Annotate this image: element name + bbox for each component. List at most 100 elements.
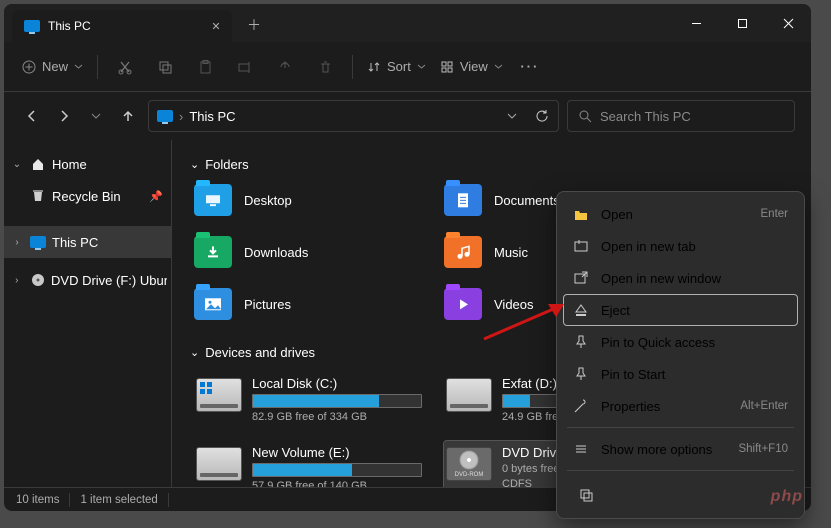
ctx-eject[interactable]: Eject — [563, 294, 798, 326]
sort-button[interactable]: Sort — [361, 50, 432, 84]
search-icon — [578, 109, 592, 123]
search-input[interactable]: Search This PC — [567, 100, 795, 132]
sidebar-item-label: DVD Drive (F:) Ubun — [51, 273, 167, 288]
chevron-right-icon: › — [10, 275, 24, 286]
pin-icon — [573, 334, 589, 350]
navigation-pane: ⌄ Home Recycle Bin 📌 › This PC › DVD Dri… — [4, 140, 172, 487]
sidebar-item-this-pc[interactable]: › This PC — [4, 226, 171, 258]
this-pc-icon — [157, 110, 173, 122]
new-tab-button[interactable]: ＋ — [238, 9, 270, 41]
folder-label: Documents — [494, 193, 560, 208]
music-icon — [455, 244, 471, 260]
folder-label: Pictures — [244, 297, 291, 312]
window-controls — [673, 4, 811, 42]
drive-icon — [196, 447, 242, 481]
address-bar[interactable]: › This PC — [148, 100, 559, 132]
refresh-button[interactable] — [530, 104, 554, 128]
recent-locations-button[interactable] — [84, 104, 108, 128]
context-menu-separator — [567, 470, 794, 471]
cut-button[interactable] — [106, 50, 144, 84]
ctx-label: Open in new tab — [601, 239, 696, 254]
menu-icon — [573, 441, 589, 457]
drive-icon — [196, 378, 242, 412]
status-selection: 1 item selected — [80, 494, 157, 506]
view-label: View — [460, 59, 488, 74]
ctx-shortcut: Shift+F10 — [738, 443, 788, 455]
folder-open-icon — [573, 206, 589, 222]
plus-circle-icon — [22, 60, 36, 74]
folders-group-header[interactable]: ⌄ Folders — [190, 150, 793, 178]
watermark: php — [771, 488, 803, 506]
ctx-open-new-window[interactable]: Open in new window — [563, 262, 798, 294]
address-dropdown-button[interactable] — [500, 104, 524, 128]
new-button-label: New — [42, 59, 68, 74]
this-pc-icon — [30, 236, 46, 248]
ctx-label: Show more options — [601, 442, 712, 457]
share-button[interactable] — [266, 50, 304, 84]
folder-downloads[interactable]: Downloads — [194, 236, 444, 268]
ctx-label: Properties — [601, 399, 660, 414]
download-icon — [205, 244, 221, 260]
folder-label: Downloads — [244, 245, 308, 260]
this-pc-icon — [24, 20, 40, 32]
chevron-down-icon — [417, 62, 426, 71]
home-icon — [30, 156, 46, 172]
status-count: 10 items — [16, 494, 59, 506]
drive-new-volume-e[interactable]: New Volume (E:) 57.9 GB free of 140 GB — [194, 441, 444, 487]
chevron-right-icon: › — [10, 237, 24, 248]
sidebar-item-dvd-drive[interactable]: › DVD Drive (F:) Ubun — [4, 264, 171, 296]
window-tab[interactable]: This PC ✕ — [12, 10, 232, 42]
titlebar: This PC ✕ ＋ — [4, 4, 811, 42]
ctx-shortcut: Alt+Enter — [740, 400, 788, 412]
drive-free-space: 57.9 GB free of 140 GB — [252, 480, 442, 487]
ctx-show-more-options[interactable]: Show more options Shift+F10 — [563, 433, 798, 465]
dvd-drive-icon: DVD-ROM — [446, 447, 492, 481]
folder-pictures[interactable]: Pictures — [194, 288, 444, 320]
sidebar-item-label: This PC — [52, 235, 98, 250]
close-tab-button[interactable]: ✕ — [208, 18, 224, 34]
rename-button[interactable] — [226, 50, 264, 84]
new-button[interactable]: New — [16, 50, 89, 84]
ctx-pin-quick-access[interactable]: Pin to Quick access — [563, 326, 798, 358]
search-placeholder: Search This PC — [600, 109, 691, 124]
ctx-label: Open in new window — [601, 271, 721, 286]
back-button[interactable] — [20, 104, 44, 128]
view-icon — [440, 60, 454, 74]
view-button[interactable]: View — [434, 50, 509, 84]
drive-usage-bar — [252, 463, 422, 477]
copy-button[interactable] — [146, 50, 184, 84]
folder-desktop[interactable]: Desktop — [194, 184, 444, 216]
forward-button[interactable] — [52, 104, 76, 128]
pictures-icon — [204, 297, 222, 311]
drive-free-space: 82.9 GB free of 334 GB — [252, 411, 442, 423]
ctx-properties[interactable]: Properties Alt+Enter — [563, 390, 798, 422]
sidebar-item-recycle-bin[interactable]: Recycle Bin 📌 — [4, 180, 171, 212]
ctx-open-new-tab[interactable]: Open in new tab — [563, 230, 798, 262]
group-label: Folders — [205, 157, 248, 172]
recycle-bin-icon — [30, 188, 46, 204]
sort-label: Sort — [387, 59, 411, 74]
ctx-open[interactable]: Open Enter — [563, 198, 798, 230]
group-label: Devices and drives — [205, 345, 315, 360]
more-button[interactable]: ··· — [511, 50, 549, 84]
context-menu: Open Enter Open in new tab Open in new w… — [556, 191, 805, 519]
disc-icon — [30, 272, 45, 288]
folder-label: Videos — [494, 297, 534, 312]
chevron-down-icon: ⌄ — [190, 158, 199, 171]
drive-local-disk-c[interactable]: Local Disk (C:) 82.9 GB free of 334 GB — [194, 372, 444, 427]
sidebar-item-home[interactable]: ⌄ Home — [4, 148, 171, 180]
close-window-button[interactable] — [765, 4, 811, 42]
maximize-button[interactable] — [719, 4, 765, 42]
chevron-down-icon — [74, 62, 83, 71]
ctx-label: Pin to Start — [601, 367, 665, 382]
paste-button[interactable] — [186, 50, 224, 84]
context-menu-footer — [563, 476, 798, 512]
address-location: This PC — [189, 109, 235, 124]
document-icon — [456, 192, 470, 208]
minimize-button[interactable] — [673, 4, 719, 42]
delete-button[interactable] — [306, 50, 344, 84]
ctx-pin-start[interactable]: Pin to Start — [563, 358, 798, 390]
up-button[interactable] — [116, 104, 140, 128]
ctx-copy-button[interactable] — [569, 480, 603, 510]
command-bar: New Sort View ··· — [4, 42, 811, 92]
